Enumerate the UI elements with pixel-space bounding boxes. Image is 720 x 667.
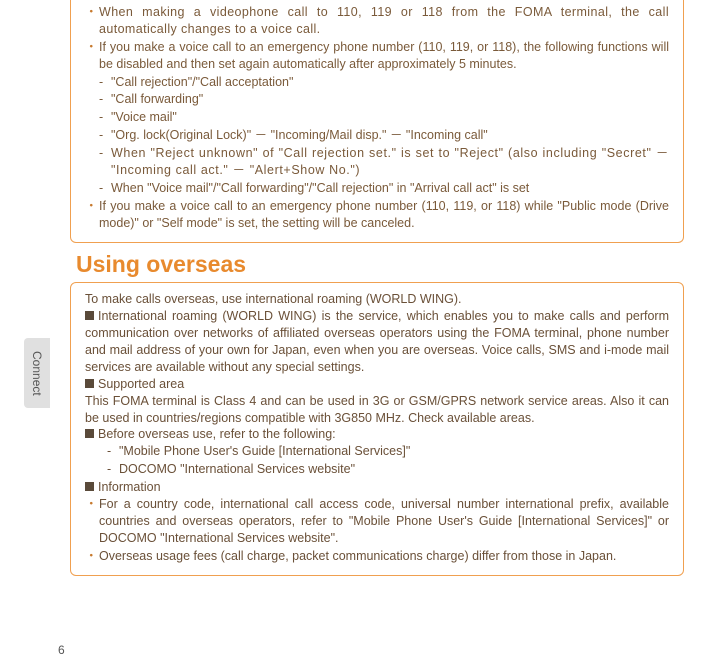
- list-item: ・ Overseas usage fees (call charge, pack…: [85, 548, 669, 565]
- info-label-text: Information: [98, 480, 161, 494]
- item-text: If you make a voice call to an emergency…: [99, 39, 669, 73]
- before-label-text: Before overseas use, refer to the follow…: [98, 427, 336, 441]
- sub-text: "Call forwarding": [111, 91, 669, 108]
- dash-icon: -: [99, 74, 111, 91]
- list-item: ・ If you make a voice call to an emergen…: [85, 39, 669, 73]
- sub-text: "Mobile Phone User's Guide [Internationa…: [119, 443, 669, 460]
- worldwing-block: International roaming (WORLD WING) is th…: [85, 308, 669, 376]
- sub-text: When "Voice mail"/"Call forwarding"/"Cal…: [111, 180, 669, 197]
- bullet-icon: ・: [85, 198, 99, 232]
- list-sub-item: -DOCOMO "International Services website": [85, 461, 669, 478]
- sub-text: "Org. lock(Original Lock)" － "Incoming/M…: [111, 127, 669, 144]
- page-number: 6: [58, 643, 65, 657]
- sub-text: "Call rejection"/"Call acceptation": [111, 74, 669, 91]
- dash-icon: -: [99, 145, 111, 179]
- square-icon: [85, 482, 94, 491]
- page-content: ・ When making a videophone call to 110, …: [0, 0, 720, 576]
- worldwing-text: International roaming (WORLD WING) is th…: [85, 309, 669, 374]
- supported-label: Supported area: [85, 376, 669, 393]
- bullet-icon: ・: [85, 548, 99, 565]
- list-sub-item: -"Org. lock(Original Lock)" － "Incoming/…: [85, 127, 669, 144]
- dash-icon: -: [99, 91, 111, 108]
- sub-text: DOCOMO "International Services website": [119, 461, 669, 478]
- dash-icon: -: [107, 443, 119, 460]
- list-item: ・ When making a videophone call to 110, …: [85, 4, 669, 38]
- dash-icon: -: [99, 109, 111, 126]
- dash-icon: -: [99, 127, 111, 144]
- dash-icon: -: [99, 180, 111, 197]
- sidebar-label: Connect: [30, 351, 44, 396]
- emergency-info-box: ・ When making a videophone call to 110, …: [70, 0, 684, 243]
- item-text: For a country code, international call a…: [99, 496, 669, 547]
- section-heading-overseas: Using overseas: [76, 251, 684, 278]
- list-sub-item: -"Call forwarding": [85, 91, 669, 108]
- square-icon: [85, 311, 94, 320]
- bullet-icon: ・: [85, 39, 99, 73]
- list-sub-item: -"Voice mail": [85, 109, 669, 126]
- overseas-info-box: To make calls overseas, use internationa…: [70, 282, 684, 576]
- item-text: When making a videophone call to 110, 11…: [99, 4, 669, 38]
- list-sub-item: -"Call rejection"/"Call acceptation": [85, 74, 669, 91]
- intro-text: To make calls overseas, use internationa…: [85, 291, 669, 308]
- dash-icon: -: [107, 461, 119, 478]
- list-sub-item: -"Mobile Phone User's Guide [Internation…: [85, 443, 669, 460]
- list-sub-item: -When "Reject unknown" of "Call rejectio…: [85, 145, 669, 179]
- bullet-icon: ・: [85, 496, 99, 547]
- item-text: If you make a voice call to an emergency…: [99, 198, 669, 232]
- item-text: Overseas usage fees (call charge, packet…: [99, 548, 669, 565]
- list-sub-item: -When "Voice mail"/"Call forwarding"/"Ca…: [85, 180, 669, 197]
- square-icon: [85, 379, 94, 388]
- before-label: Before overseas use, refer to the follow…: [85, 426, 669, 443]
- information-label: Information: [85, 479, 669, 496]
- bullet-icon: ・: [85, 4, 99, 38]
- sidebar-tab-connect: Connect: [24, 338, 50, 408]
- supported-label-text: Supported area: [98, 377, 184, 391]
- sub-text: "Voice mail": [111, 109, 669, 126]
- square-icon: [85, 429, 94, 438]
- list-item: ・ For a country code, international call…: [85, 496, 669, 547]
- sub-text: When "Reject unknown" of "Call rejection…: [111, 145, 669, 179]
- list-item: ・ If you make a voice call to an emergen…: [85, 198, 669, 232]
- supported-text: This FOMA terminal is Class 4 and can be…: [85, 393, 669, 427]
